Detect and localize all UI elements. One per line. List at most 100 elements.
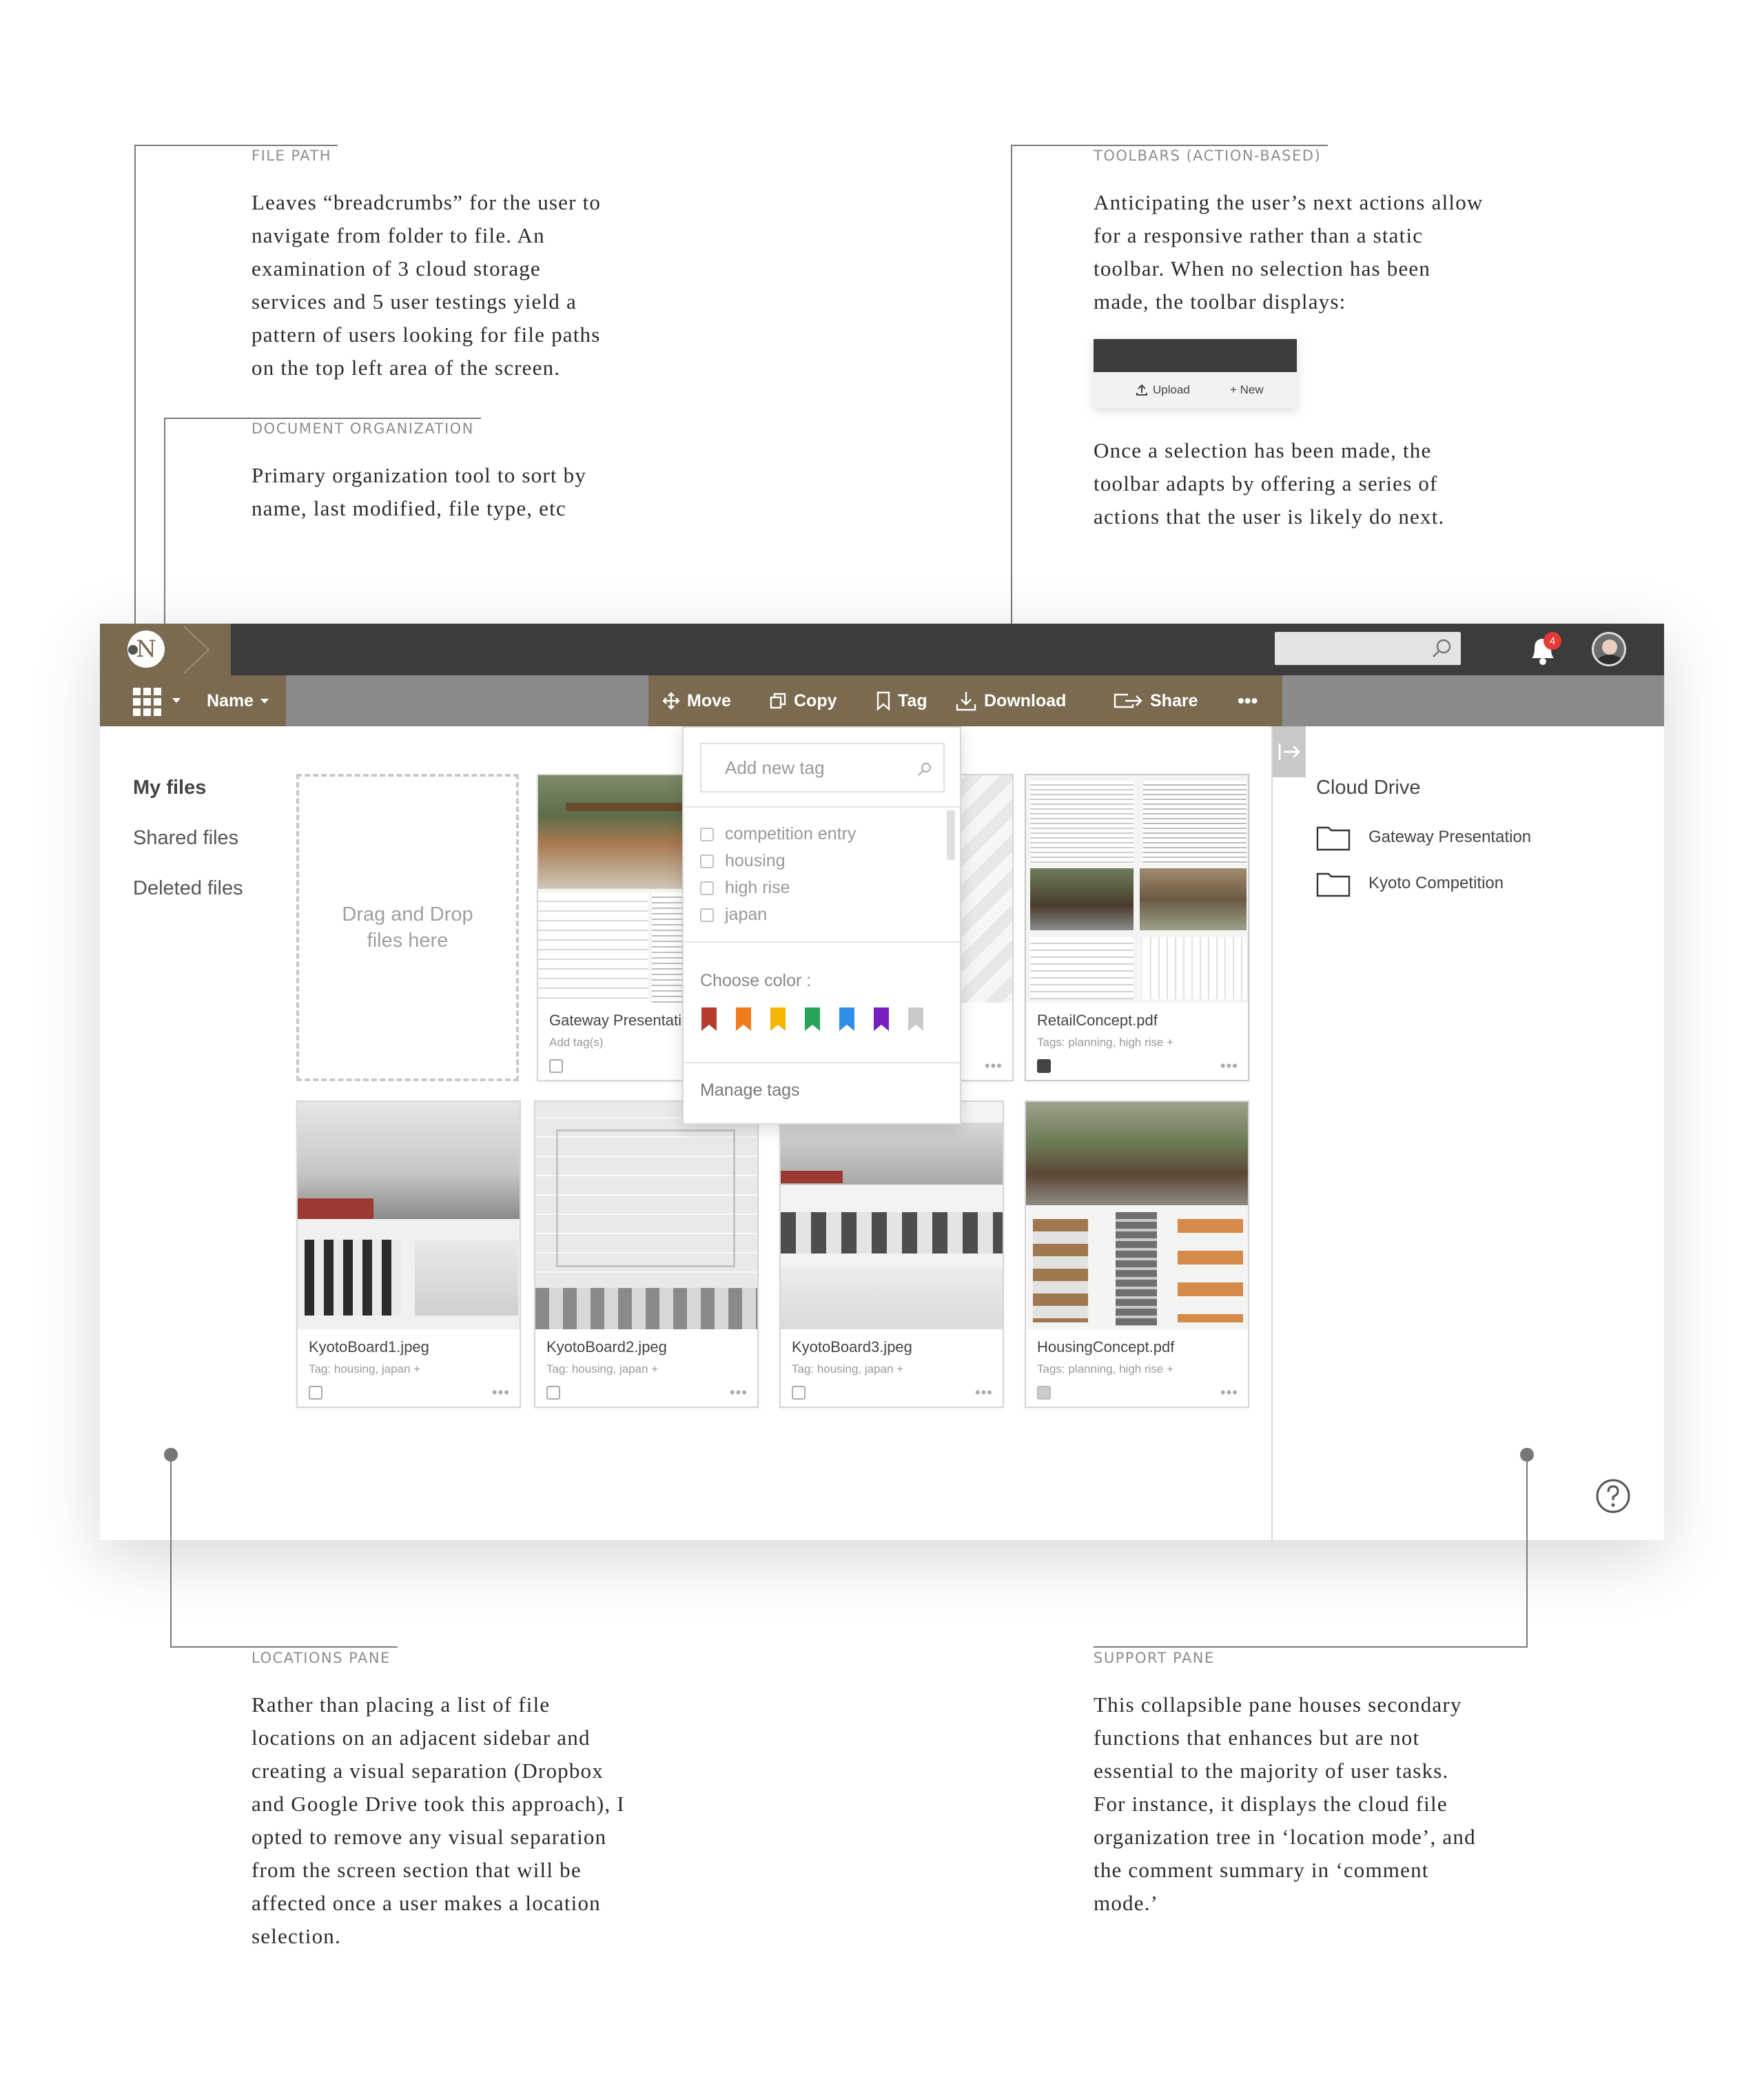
file-path-description: Leaves “breadcrumbs” for the user to nav… — [252, 190, 602, 380]
file-more-button[interactable]: ••• — [492, 1385, 510, 1400]
doc-org-description: Primary organization tool to sort by nam… — [252, 463, 587, 520]
search-icon — [918, 763, 931, 776]
file-card[interactable]: RetailConcept.pdf Tags: planning, high r… — [1025, 774, 1249, 1081]
nav-my-files[interactable]: My files — [133, 777, 206, 799]
file-name: KyotoBoard2.jpeg — [546, 1338, 667, 1355]
tag-option[interactable]: housing — [700, 851, 786, 871]
download-button[interactable]: Download — [955, 675, 1066, 726]
copy-icon — [770, 693, 786, 709]
file-checkbox[interactable] — [1037, 1386, 1051, 1400]
file-checkbox[interactable] — [549, 1059, 563, 1073]
support-leader-bottom — [1094, 1646, 1528, 1648]
file-thumbnail — [298, 1102, 520, 1329]
tag-dropdown: Add new tag competition entry housing hi… — [682, 726, 961, 1125]
color-swatch[interactable] — [907, 1007, 925, 1032]
nav-shared-files[interactable]: Shared files — [133, 827, 238, 850]
upload-icon — [1136, 384, 1147, 396]
support-label: SUPPORT PANE — [1094, 1650, 1215, 1666]
tag-option[interactable]: competition entry — [700, 824, 856, 844]
doc-org-label: DOCUMENT ORGANIZATION — [252, 420, 474, 437]
file-name: KyotoBoard1.jpeg — [309, 1338, 429, 1355]
file-tags[interactable]: Tags: planning, high rise + — [1037, 1362, 1173, 1376]
file-card[interactable]: KyotoBoard1.jpeg Tag: housing, japan + •… — [296, 1101, 521, 1408]
nav-deleted-files[interactable]: Deleted files — [133, 877, 243, 900]
file-path-label: FILE PATH — [252, 147, 332, 164]
file-thumbnail — [781, 1102, 1003, 1329]
file-tags[interactable]: Tag: housing, japan + — [792, 1362, 903, 1376]
breadcrumb-chevron-icon[interactable] — [176, 625, 224, 675]
file-tags[interactable]: Add tag(s) — [549, 1036, 603, 1050]
color-swatch[interactable] — [872, 1007, 890, 1032]
search-icon — [1433, 639, 1451, 657]
file-thumbnail — [1026, 775, 1248, 1003]
breadcrumb-dot — [128, 645, 138, 655]
support-description: This collapsible pane houses secondary f… — [1094, 1692, 1476, 1915]
color-swatch[interactable] — [735, 1007, 752, 1032]
chevron-down-icon[interactable] — [172, 698, 181, 703]
color-swatches — [700, 1007, 948, 1035]
file-path-leader-top — [134, 145, 338, 146]
more-actions-button[interactable]: ••• — [1238, 675, 1258, 726]
share-button[interactable]: Share — [1113, 675, 1198, 726]
file-checkbox-checked[interactable] — [1037, 1059, 1051, 1073]
file-more-button[interactable]: ••• — [730, 1385, 748, 1400]
file-more-button[interactable]: ••• — [1220, 1058, 1238, 1074]
sort-dropdown[interactable]: Name — [207, 675, 269, 726]
locations-label: LOCATIONS PANE — [252, 1650, 391, 1666]
tag-button[interactable]: Tag — [876, 675, 927, 726]
logo-breadcrumb-area[interactable]: N — [100, 624, 231, 675]
file-more-button[interactable]: ••• — [985, 1058, 1003, 1074]
color-swatch[interactable] — [769, 1007, 787, 1032]
collapse-arrow-icon — [1278, 744, 1301, 760]
color-swatch[interactable] — [803, 1007, 821, 1032]
tag-option[interactable]: japan — [700, 905, 767, 925]
file-card[interactable]: KyotoBoard2.jpeg Tag: housing, japan + •… — [534, 1101, 759, 1408]
search-input[interactable] — [1275, 632, 1461, 665]
selection-toolbar: Move Copy Tag Download Share ••• — [648, 675, 1282, 726]
file-tags[interactable]: Tags: planning, high rise + — [1037, 1036, 1173, 1050]
support-leader-line — [1526, 1455, 1528, 1648]
avatar[interactable] — [1592, 632, 1626, 666]
color-swatch[interactable] — [838, 1007, 856, 1032]
file-checkbox[interactable] — [309, 1386, 322, 1400]
file-path-leader-line — [134, 145, 136, 658]
file-more-button[interactable]: ••• — [1220, 1385, 1238, 1400]
locations-description: Rather than placing a list of file locat… — [252, 1692, 625, 1948]
file-card[interactable]: HousingConcept.pdf Tags: planning, high … — [1025, 1101, 1249, 1408]
toolbars-description-top: Anticipating the user’s next actions all… — [1094, 190, 1484, 314]
tag-list-scrollbar[interactable] — [947, 810, 955, 860]
file-checkbox[interactable] — [792, 1386, 806, 1400]
file-card[interactable]: KyotoBoard3.jpeg Tag: housing, japan + •… — [779, 1101, 1004, 1408]
tag-icon — [876, 691, 890, 710]
divider — [684, 1062, 960, 1063]
share-icon — [1114, 693, 1142, 708]
drop-zone[interactable]: Drag and Drop files here — [296, 774, 519, 1081]
folder-item[interactable]: Kyoto Competition — [1316, 870, 1504, 897]
file-tags[interactable]: Tag: housing, japan + — [546, 1362, 658, 1376]
copy-button[interactable]: Copy — [769, 675, 837, 726]
support-pane-divider — [1271, 726, 1273, 1540]
mini-new: + New — [1230, 383, 1264, 396]
file-name: Gateway Presentation — [549, 1012, 699, 1029]
toolbars-leader-line — [1011, 145, 1012, 682]
file-more-button[interactable]: ••• — [975, 1385, 993, 1400]
move-button[interactable]: Move — [662, 675, 731, 726]
grid-view-icon[interactable] — [133, 688, 161, 716]
manage-tags-button[interactable]: Manage tags — [700, 1081, 800, 1101]
help-icon[interactable] — [1595, 1478, 1631, 1514]
toolbars-label: TOOLBARS (ACTION-BASED) — [1094, 147, 1322, 164]
locations-leader-bottom — [170, 1646, 398, 1648]
folder-icon — [1316, 872, 1351, 897]
tag-option[interactable]: high rise — [700, 878, 790, 898]
top-bar: N 4 — [100, 624, 1664, 675]
download-icon — [956, 692, 976, 711]
color-swatch[interactable] — [700, 1007, 718, 1032]
collapse-pane-button[interactable] — [1273, 726, 1306, 777]
support-pane-title: Cloud Drive — [1316, 777, 1421, 799]
toolbars-leader-top — [1011, 145, 1328, 146]
notification-badge: 4 — [1544, 632, 1561, 650]
file-tags[interactable]: Tag: housing, japan + — [309, 1362, 420, 1376]
folder-item[interactable]: Gateway Presentation — [1316, 823, 1531, 851]
new-tag-input[interactable]: Add new tag — [700, 743, 945, 792]
file-checkbox[interactable] — [546, 1386, 560, 1400]
